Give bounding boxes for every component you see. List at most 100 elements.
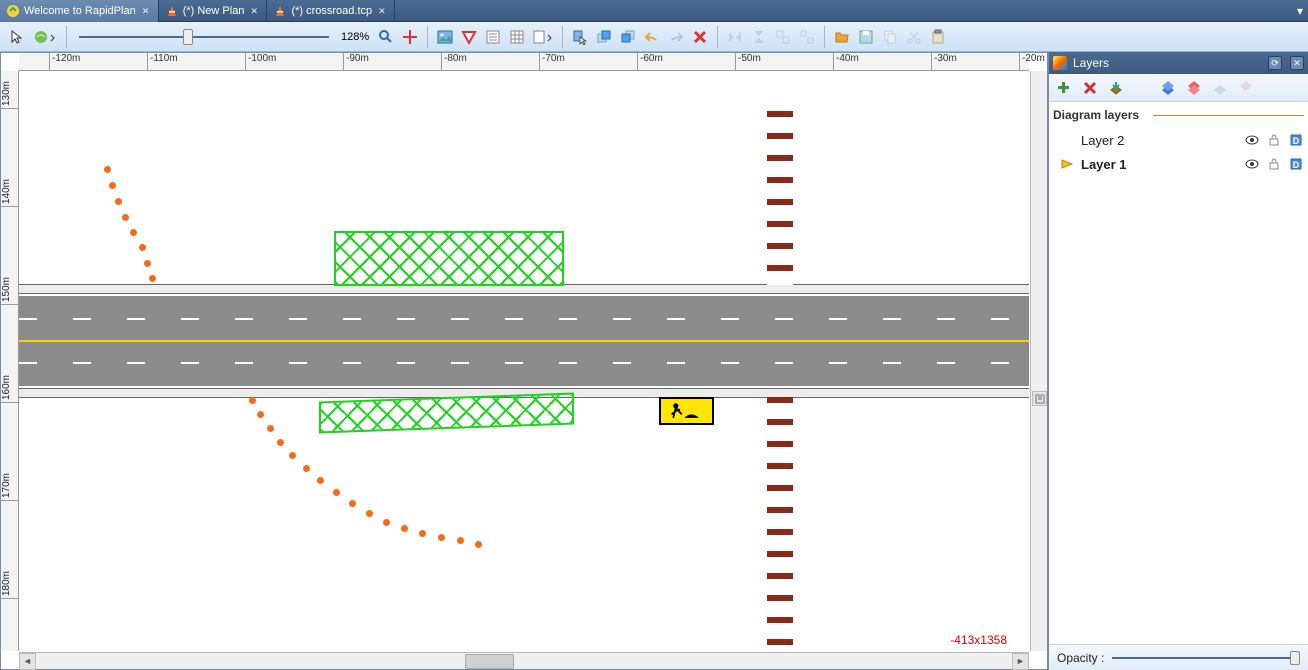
delineator-line-bottom[interactable] [249, 397, 489, 557]
layer-name: Layer 2 [1081, 133, 1238, 148]
close-icon[interactable]: ✕ [378, 6, 388, 16]
tab-overflow-button[interactable]: ▾ [1292, 0, 1308, 21]
scroll-right-button[interactable]: ► [1012, 653, 1029, 670]
rail-track-top[interactable] [767, 111, 793, 285]
zoom-level: 128% [341, 31, 369, 43]
vertical-scrollbar[interactable] [1030, 71, 1047, 651]
yield-sign-button[interactable] [458, 26, 480, 48]
layer-down-red-button[interactable] [1185, 79, 1203, 97]
ruler-tick: -30m [931, 53, 957, 71]
add-layer-button[interactable] [1055, 79, 1073, 97]
list-button[interactable] [482, 26, 504, 48]
tab-welcome[interactable]: Welcome to RapidPlan ✕ [0, 0, 159, 22]
tab-label: (*) New Plan [183, 5, 245, 17]
ruler-tick: 160m [1, 375, 19, 403]
palette-body: Diagram layers Layer 2 D Layer 1 D [1049, 102, 1308, 644]
crosshair-tool[interactable] [399, 26, 421, 48]
svg-text:D: D [1293, 160, 1300, 170]
cut-button[interactable] [903, 26, 925, 48]
pointer-tool[interactable] [6, 26, 28, 48]
palette-header[interactable]: Layers ⟳ ✕ [1049, 52, 1308, 74]
delete-button[interactable] [689, 26, 711, 48]
ruler-vertical[interactable]: 130m 140m 150m 160m 170m 180m [1, 71, 19, 651]
document-tabbar: Welcome to RapidPlan ✕ (*) New Plan ✕ (*… [0, 0, 1308, 22]
visibility-icon[interactable] [1244, 156, 1260, 172]
opacity-slider[interactable] [1112, 655, 1300, 661]
ruler-tick: -50m [735, 53, 761, 71]
move-layer-down-button [1237, 79, 1255, 97]
basemap-tool[interactable] [30, 26, 60, 48]
ruler-tick: 170m [1, 473, 19, 501]
move-layer-up-button [1211, 79, 1229, 97]
page-dropdown[interactable] [530, 26, 556, 48]
ruler-tick: -80m [441, 53, 467, 71]
save-button[interactable] [855, 26, 877, 48]
svg-text:D: D [1293, 136, 1300, 146]
delete-layer-button[interactable] [1081, 79, 1099, 97]
copy-button[interactable] [879, 26, 901, 48]
ruler-tick: -40m [833, 53, 859, 71]
layer-name: Layer 1 [1081, 157, 1238, 172]
select-objects-button[interactable] [569, 26, 591, 48]
ungroup-button[interactable] [796, 26, 818, 48]
ruler-tick: 130m [1, 81, 19, 109]
paste-button[interactable] [927, 26, 949, 48]
flatten-layers-button[interactable] [1107, 79, 1125, 97]
open-button[interactable] [831, 26, 853, 48]
group-button[interactable] [772, 26, 794, 48]
layers-section-label: Diagram layers [1053, 108, 1304, 122]
tab-new-plan[interactable]: (*) New Plan ✕ [159, 0, 268, 22]
lock-icon[interactable] [1266, 132, 1282, 148]
layer-up-blue-button[interactable] [1159, 79, 1177, 97]
layer-properties-icon[interactable]: D [1288, 156, 1304, 172]
palette-pin-button[interactable]: ⟳ [1268, 56, 1282, 70]
tab-crossroad[interactable]: (*) crossroad.tcp ✕ [267, 0, 395, 22]
image-button[interactable] [434, 26, 456, 48]
road-object[interactable] [19, 296, 1029, 386]
opacity-label: Opacity : [1057, 651, 1104, 665]
redo-button[interactable] [665, 26, 687, 48]
horizontal-scrollbar[interactable]: ◄ ► [19, 652, 1029, 669]
ruler-tick: -20m [1019, 53, 1045, 71]
ruler-tick: -70m [539, 53, 565, 71]
ruler-tick: 150m [1, 277, 19, 305]
cone-icon [273, 4, 287, 18]
palette-close-button[interactable]: ✕ [1290, 56, 1304, 70]
rail-track-bottom[interactable] [767, 397, 793, 651]
tab-label: Welcome to RapidPlan [24, 5, 136, 17]
collapse-panel-icon[interactable] [1032, 391, 1047, 406]
send-back-button[interactable] [617, 26, 639, 48]
palette-toolbar [1049, 74, 1308, 102]
delineator-line-top[interactable] [104, 166, 184, 296]
main-area: -120m -110m -100m -90m -80m -70m -60m -5… [0, 52, 1308, 670]
flip-horizontal-button[interactable] [724, 26, 746, 48]
ruler-tick: -60m [637, 53, 663, 71]
bring-front-button[interactable] [593, 26, 615, 48]
close-icon[interactable]: ✕ [142, 6, 152, 16]
layer-row[interactable]: Layer 1 D [1053, 152, 1304, 176]
zoom-slider[interactable] [79, 32, 329, 42]
close-icon[interactable]: ✕ [250, 6, 260, 16]
main-toolbar: 128% [0, 22, 1308, 52]
undo-button[interactable] [641, 26, 663, 48]
ruler-horizontal[interactable]: -120m -110m -100m -90m -80m -70m -60m -5… [19, 53, 1029, 71]
roadwork-sign[interactable] [659, 397, 714, 425]
layer-properties-icon[interactable]: D [1288, 132, 1304, 148]
visibility-icon[interactable] [1244, 132, 1260, 148]
layer-row[interactable]: Layer 2 D [1053, 128, 1304, 152]
palette-title: Layers [1073, 56, 1109, 70]
flip-vertical-button[interactable] [748, 26, 770, 48]
palette-footer: Opacity : [1049, 644, 1308, 670]
work-area-fencing-top[interactable] [334, 231, 564, 286]
cone-icon [165, 4, 179, 18]
drawing-canvas[interactable] [19, 71, 1029, 651]
layers-icon [1053, 56, 1067, 70]
scroll-thumb[interactable] [465, 654, 514, 669]
ruler-tick: -120m [49, 53, 80, 71]
scroll-left-button[interactable]: ◄ [19, 653, 36, 670]
lock-icon[interactable] [1266, 156, 1282, 172]
scroll-track[interactable] [36, 653, 1012, 670]
grid-button[interactable] [506, 26, 528, 48]
zoom-tool[interactable] [375, 26, 397, 48]
ruler-tick: -90m [343, 53, 369, 71]
